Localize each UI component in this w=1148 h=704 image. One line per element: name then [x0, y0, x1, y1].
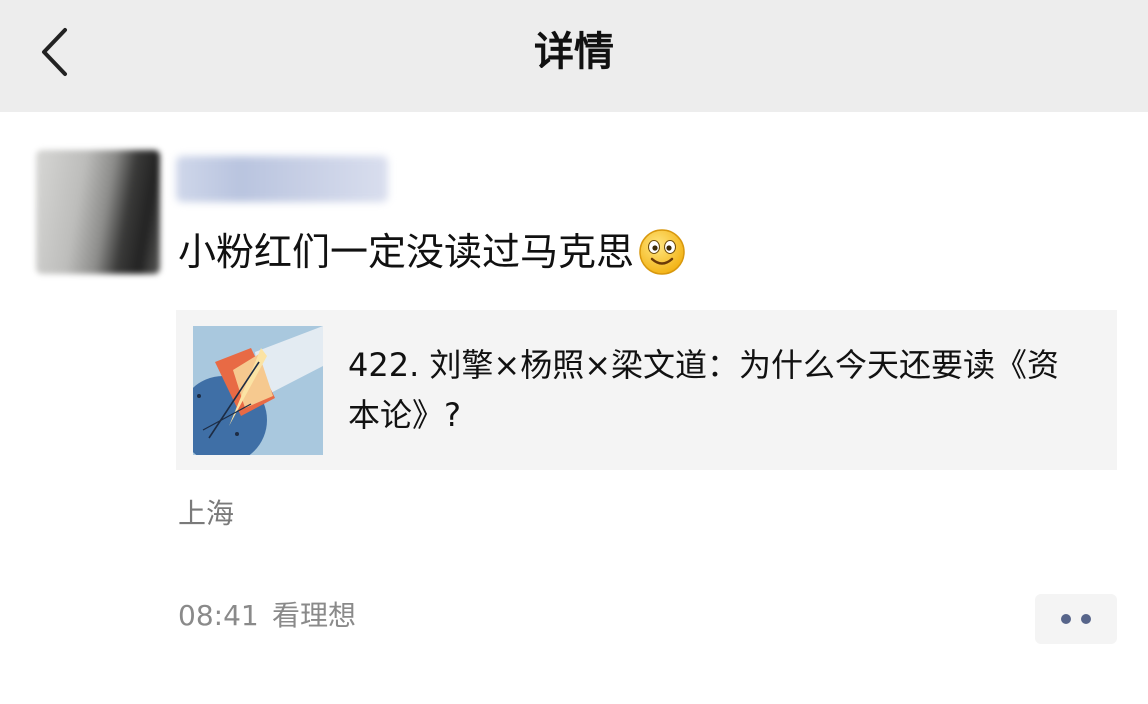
avatar[interactable]: [36, 150, 160, 274]
podcast-cover-thumbnail: [193, 326, 323, 455]
link-card-title: 422. 刘擎×杨照×梁文道：为什么今天还要读《资本论》?: [348, 346, 1060, 434]
location-label[interactable]: 上海: [178, 494, 234, 534]
post-source[interactable]: 看理想: [272, 596, 356, 636]
more-button[interactable]: [1035, 594, 1117, 644]
more-dots-icon: [1061, 614, 1071, 624]
link-card[interactable]: 422. 刘擎×杨照×梁文道：为什么今天还要读《资本论》?: [176, 310, 1117, 470]
smiling-face-emoji: [639, 229, 685, 275]
post-text-content: 小粉红们一定没读过马克思: [178, 230, 635, 274]
page-title: 详情: [534, 29, 614, 75]
post-text: 小粉红们一定没读过马克思: [178, 222, 686, 282]
username-blurred[interactable]: [176, 156, 388, 202]
post-time: 08:41: [178, 599, 259, 632]
more-dots-icon: [1081, 614, 1091, 624]
